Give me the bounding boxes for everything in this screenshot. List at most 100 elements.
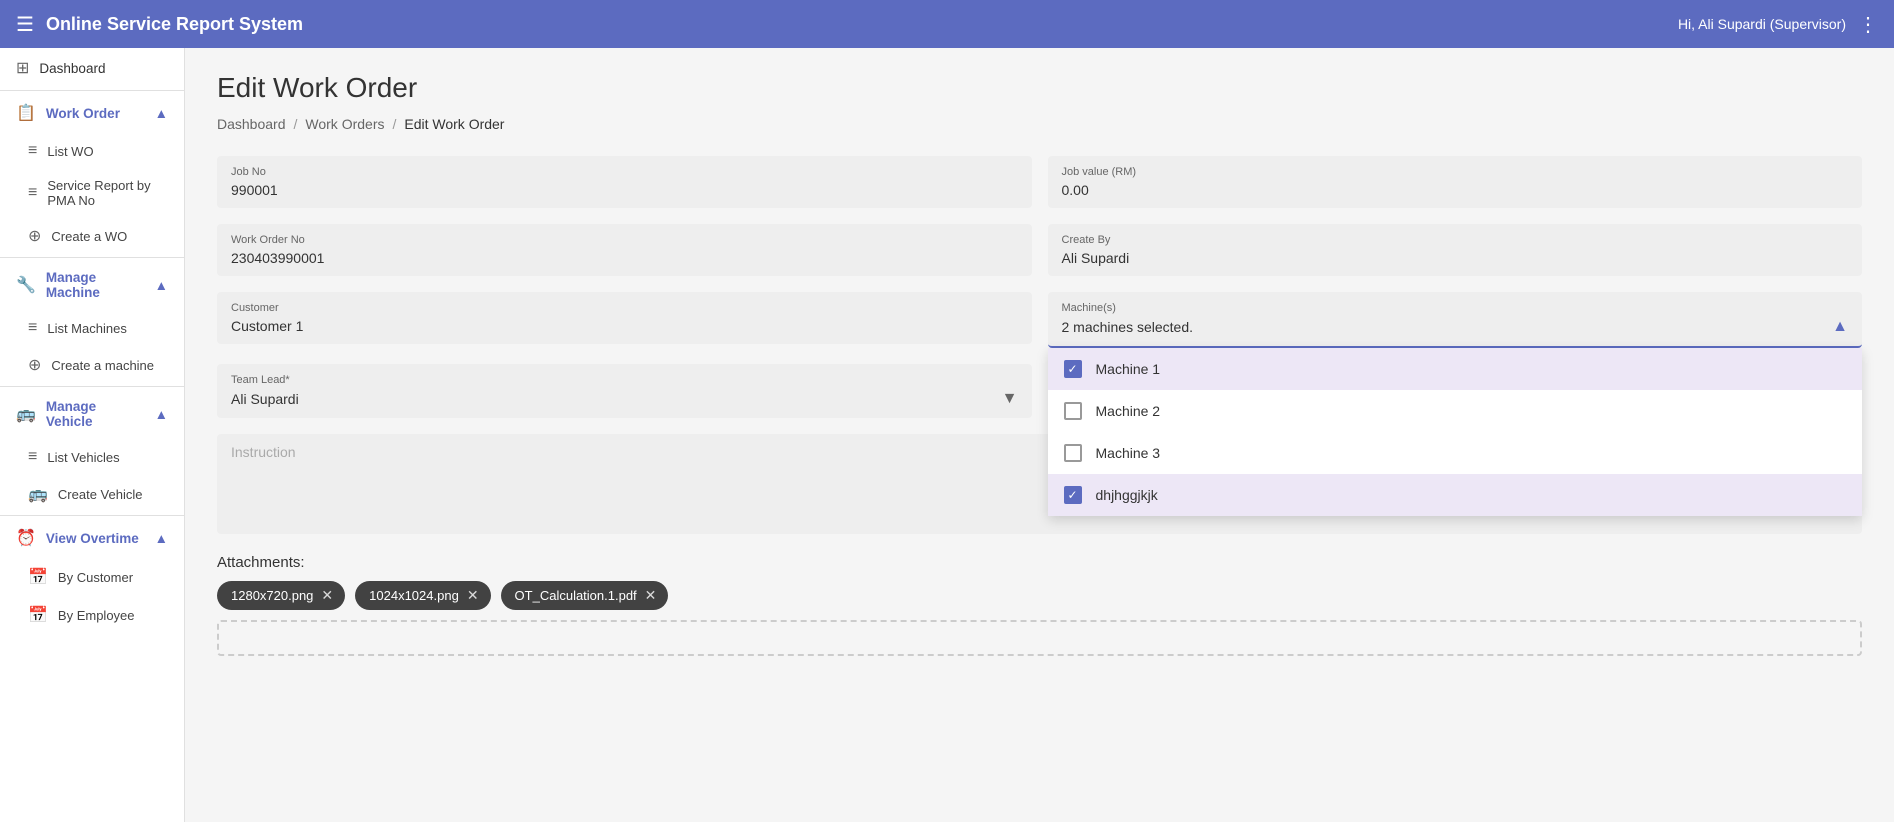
checkbox-machine-1[interactable]: ✓: [1064, 360, 1082, 378]
label-team-lead: Team Lead*: [231, 374, 1018, 386]
app-title: Online Service Report System: [46, 14, 303, 35]
attachment-name-2: 1024x1024.png: [369, 588, 459, 603]
label-job-no: Job No: [231, 166, 1018, 178]
attachment-chip-3: OT_Calculation.1.pdf ✕: [501, 581, 669, 610]
sidebar-section-machine[interactable]: 🔧 Manage Machine ▲: [0, 260, 184, 310]
team-lead-text: Ali Supardi: [231, 391, 299, 407]
attachment-remove-3[interactable]: ✕: [645, 587, 657, 604]
form-row-1: Job No 990001 Job value (RM) 0.00: [217, 156, 1862, 208]
field-machines[interactable]: Machine(s) 2 machines selected. ▲: [1048, 292, 1863, 348]
value-create-by: Ali Supardi: [1062, 250, 1849, 266]
value-customer: Customer 1: [231, 318, 1018, 334]
value-job-value: 0.00: [1062, 182, 1849, 198]
label-create-by: Create By: [1062, 234, 1849, 246]
sidebar-item-by-employee[interactable]: 📅 By Employee: [0, 596, 184, 634]
calendar-employee-icon: 📅: [28, 605, 48, 625]
sidebar-item-service-report[interactable]: ≡ Service Report by PMA No: [0, 169, 184, 217]
attachment-chip-1: 1280x720.png ✕: [217, 581, 345, 610]
machine-selected-text: 2 machines selected.: [1062, 319, 1194, 335]
breadcrumb: Dashboard / Work Orders / Edit Work Orde…: [217, 116, 1862, 132]
attachments-list: 1280x720.png ✕ 1024x1024.png ✕ OT_Calcul…: [217, 581, 1862, 610]
add-wo-icon: ⊕: [28, 226, 41, 246]
machine-dropdown-list: ✓ Machine 1 Machine 2 Machine 3 ✓ dhjhgg…: [1048, 348, 1863, 516]
sidebar-item-create-vehicle[interactable]: 🚌 Create Vehicle: [0, 475, 184, 513]
sidebar-item-list-wo[interactable]: ≡ List WO: [0, 133, 184, 169]
sidebar-item-dashboard[interactable]: ⊞ Dashboard: [0, 48, 184, 88]
field-job-no: Job No 990001: [217, 156, 1032, 208]
machine-option-3-label: Machine 3: [1096, 445, 1161, 461]
sidebar: ⊞ Dashboard 📋 Work Order ▲ ≡ List WO ≡ S…: [0, 48, 185, 822]
machine-option-2[interactable]: Machine 2: [1048, 390, 1863, 432]
machine-option-2-label: Machine 2: [1096, 403, 1161, 419]
checkbox-machine-2[interactable]: [1064, 402, 1082, 420]
report-icon: ≡: [28, 184, 37, 202]
overtime-icon: ⏰: [16, 528, 36, 548]
attachments-label: Attachments:: [217, 554, 1862, 571]
add-vehicle-icon: 🚌: [28, 484, 48, 504]
form-row-2: Work Order No 230403990001 Create By Ali…: [217, 224, 1862, 276]
sidebar-divider-3: [0, 386, 184, 387]
sidebar-item-list-vehicles[interactable]: ≡ List Vehicles: [0, 439, 184, 475]
overtime-collapse-icon: ▲: [155, 531, 168, 546]
sidebar-divider-4: [0, 515, 184, 516]
attachment-remove-1[interactable]: ✕: [321, 587, 333, 604]
add-machine-icon: ⊕: [28, 355, 41, 375]
sidebar-item-list-machines[interactable]: ≡ List Machines: [0, 310, 184, 346]
machine-chevron-up-icon: ▲: [1832, 318, 1848, 336]
instruction-placeholder: Instruction: [231, 444, 296, 460]
main-content: Edit Work Order Dashboard / Work Orders …: [185, 48, 1894, 822]
field-customer: Customer Customer 1: [217, 292, 1032, 344]
calendar-customer-icon: 📅: [28, 567, 48, 587]
machine-icon: 🔧: [16, 275, 36, 295]
top-nav: ☰ Online Service Report System Hi, Ali S…: [0, 0, 1894, 48]
workorder-collapse-icon: ▲: [155, 106, 168, 121]
field-work-order-no: Work Order No 230403990001: [217, 224, 1032, 276]
sidebar-section-overtime[interactable]: ⏰ View Overtime ▲: [0, 518, 184, 558]
machine-dropdown-container: Machine(s) 2 machines selected. ▲ ✓ Mach…: [1048, 292, 1863, 348]
dashboard-icon: ⊞: [16, 58, 29, 78]
value-work-order-no: 230403990001: [231, 250, 1018, 266]
more-options-icon[interactable]: ⋮: [1858, 12, 1878, 37]
attachment-remove-2[interactable]: ✕: [467, 587, 479, 604]
user-label: Hi, Ali Supardi (Supervisor): [1678, 16, 1846, 32]
drop-zone[interactable]: [217, 620, 1862, 656]
value-job-no: 990001: [231, 182, 1018, 198]
machine-option-3[interactable]: Machine 3: [1048, 432, 1863, 474]
form-row-3: Customer Customer 1 Machine(s) 2 machine…: [217, 292, 1862, 348]
label-machines: Machine(s): [1062, 302, 1849, 314]
sidebar-item-by-customer[interactable]: 📅 By Customer: [0, 558, 184, 596]
checkbox-machine-3[interactable]: [1064, 444, 1082, 462]
page-title: Edit Work Order: [217, 72, 1862, 104]
machine-selected-value: 2 machines selected. ▲: [1062, 318, 1849, 336]
label-customer: Customer: [231, 302, 1018, 314]
label-work-order-no: Work Order No: [231, 234, 1018, 246]
machine-option-1-label: Machine 1: [1096, 361, 1161, 377]
list-vehicles-icon: ≡: [28, 448, 37, 466]
machine-option-4[interactable]: ✓ dhjhggjkjk: [1048, 474, 1863, 516]
field-team-lead[interactable]: Team Lead* Ali Supardi ▼: [217, 364, 1032, 418]
sidebar-item-create-wo[interactable]: ⊕ Create a WO: [0, 217, 184, 255]
sidebar-section-vehicle[interactable]: 🚌 Manage Vehicle ▲: [0, 389, 184, 439]
attachment-chip-2: 1024x1024.png ✕: [355, 581, 490, 610]
list-machines-icon: ≡: [28, 319, 37, 337]
sidebar-item-create-machine[interactable]: ⊕ Create a machine: [0, 346, 184, 384]
sidebar-divider-1: [0, 90, 184, 91]
machine-option-4-label: dhjhggjkjk: [1096, 487, 1158, 503]
machine-option-1[interactable]: ✓ Machine 1: [1048, 348, 1863, 390]
field-job-value: Job value (RM) 0.00: [1048, 156, 1863, 208]
attachment-name-1: 1280x720.png: [231, 588, 313, 603]
breadcrumb-dashboard[interactable]: Dashboard: [217, 116, 286, 132]
sidebar-divider-2: [0, 257, 184, 258]
machine-collapse-icon: ▲: [155, 278, 168, 293]
sidebar-section-workorder[interactable]: 📋 Work Order ▲: [0, 93, 184, 133]
team-lead-value: Ali Supardi ▼: [231, 390, 1018, 408]
hamburger-icon[interactable]: ☰: [16, 12, 34, 37]
breadcrumb-current: Edit Work Order: [404, 116, 504, 132]
label-job-value: Job value (RM): [1062, 166, 1849, 178]
field-create-by: Create By Ali Supardi: [1048, 224, 1863, 276]
attachment-name-3: OT_Calculation.1.pdf: [515, 588, 637, 603]
checkbox-machine-4[interactable]: ✓: [1064, 486, 1082, 504]
breadcrumb-work-orders[interactable]: Work Orders: [305, 116, 384, 132]
team-lead-chevron-icon: ▼: [1002, 390, 1018, 408]
vehicle-icon: 🚌: [16, 404, 36, 424]
